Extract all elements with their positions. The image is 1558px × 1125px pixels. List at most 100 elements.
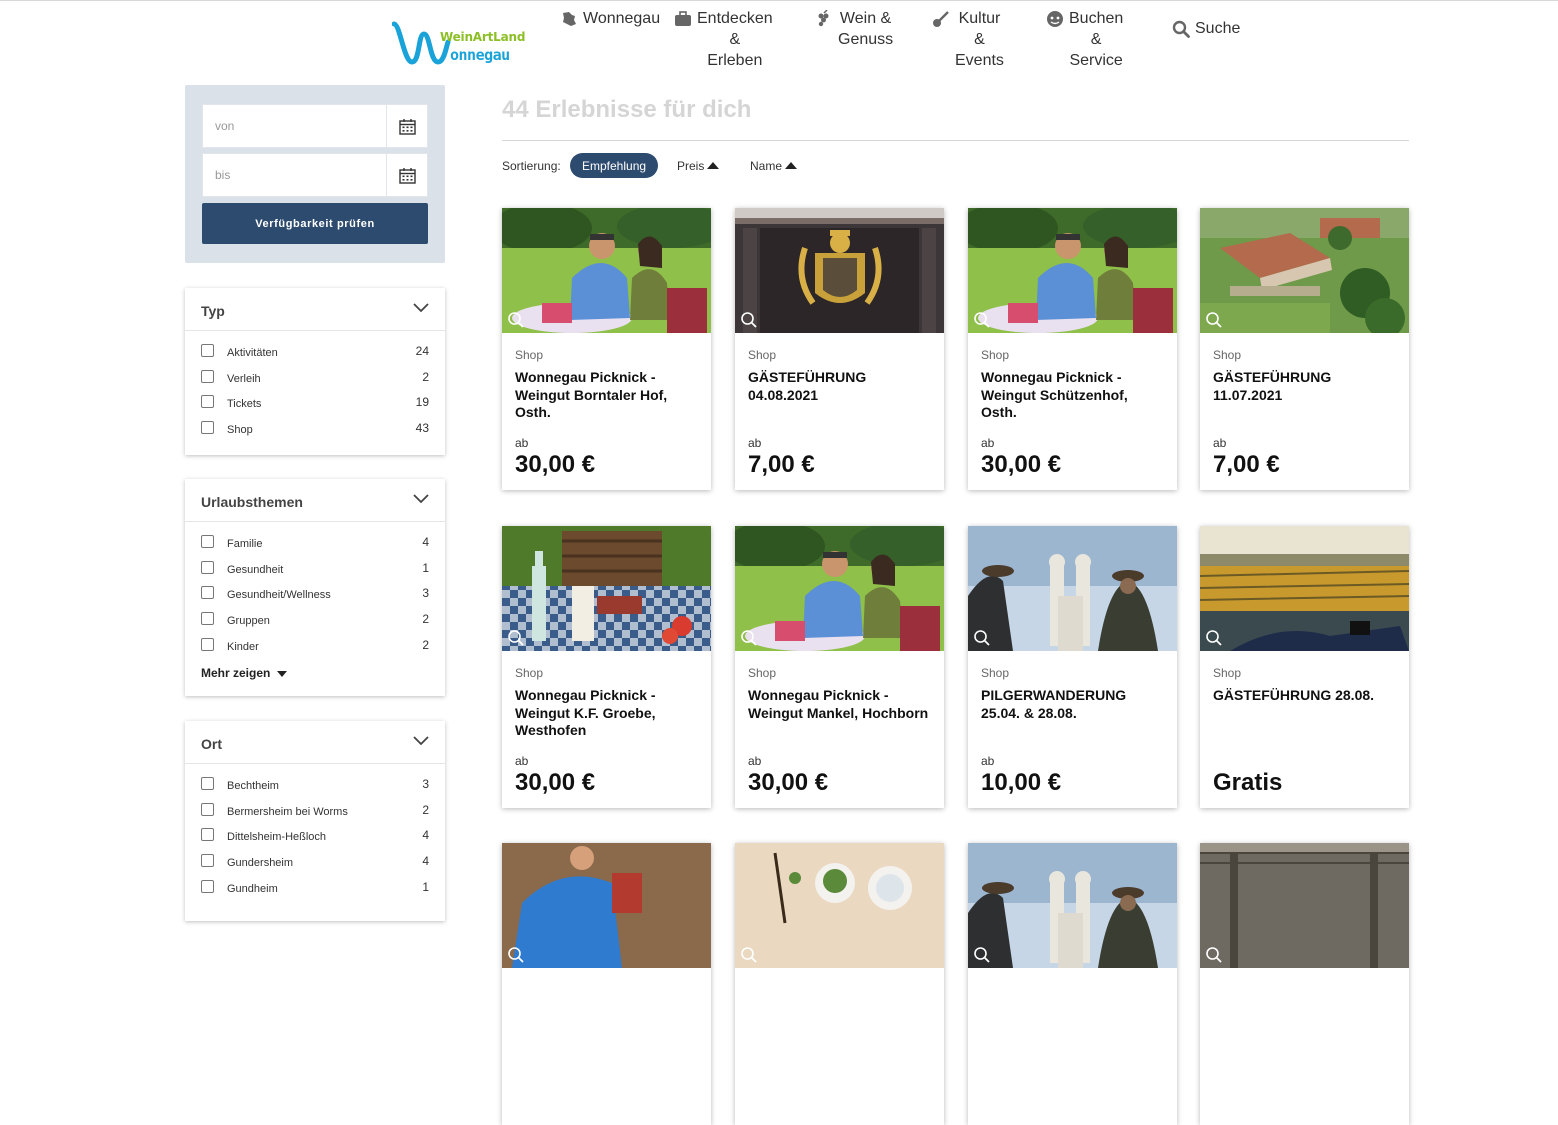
checkbox[interactable] <box>201 344 214 357</box>
caret-down-icon <box>276 671 287 677</box>
sort-option-label: Preis <box>677 158 705 173</box>
experience-card[interactable]: Shop GÄSTEFÜHRUNG 04.08.2021 ab 7,00 € <box>735 208 944 490</box>
experience-card[interactable] <box>1200 843 1409 1125</box>
check-availability-button[interactable]: Verfügbarkeit prüfen <box>202 203 428 244</box>
experience-card[interactable]: Shop Wonnegau Picknick - Weingut K.F. Gro… <box>502 526 711 808</box>
sort-label: Sortierung: <box>502 159 561 173</box>
filter-header[interactable]: Urlaubsthemen <box>185 479 445 522</box>
zoom-icon[interactable] <box>740 311 758 329</box>
checkbox[interactable] <box>201 421 214 435</box>
card-image[interactable] <box>735 208 944 333</box>
card-image[interactable] <box>968 843 1177 968</box>
nav-item-buchen[interactable]: Buchen & Service <box>1046 8 1123 71</box>
checkbox[interactable] <box>201 560 214 574</box>
top-divider <box>0 0 1558 1</box>
filter-option-label: Familie <box>227 538 263 550</box>
checkbox[interactable] <box>201 535 214 548</box>
date-to-field[interactable]: bis <box>202 153 428 197</box>
grapes-icon <box>818 10 829 27</box>
zoom-icon[interactable] <box>973 629 991 647</box>
experience-card[interactable] <box>968 843 1177 1125</box>
filter-header[interactable]: Ort <box>185 721 445 764</box>
card-image[interactable] <box>968 526 1177 651</box>
zoom-icon[interactable] <box>507 629 525 647</box>
filter-option[interactable]: Shop 43 <box>185 416 445 442</box>
card-image[interactable] <box>1200 526 1409 651</box>
experience-card[interactable]: Shop Wonnegau Picknick - Weingut Mankel, … <box>735 526 944 808</box>
sort-ascending-icon <box>785 162 798 169</box>
card-image[interactable] <box>1200 208 1409 333</box>
filter-option[interactable]: Dittelsheim-Heßloch 4 <box>185 823 445 849</box>
filter-option-label: Dittelsheim-Heßloch <box>227 831 327 844</box>
zoom-icon[interactable] <box>1205 629 1223 647</box>
filter-option[interactable]: Bermersheim bei Worms 2 <box>185 798 445 824</box>
experience-card[interactable]: Shop GÄSTEFÜHRUNG 28.08. Gratis <box>1200 526 1409 808</box>
chevron-down-icon <box>413 736 429 746</box>
zoom-icon[interactable] <box>1205 311 1223 329</box>
checkbox[interactable] <box>201 879 214 893</box>
card-image[interactable] <box>735 843 944 968</box>
card-image[interactable] <box>502 843 711 968</box>
calendar-icon[interactable] <box>386 154 427 196</box>
filter-option[interactable]: Gruppen 2 <box>185 607 445 633</box>
nav-item-suche[interactable]: Suche <box>1172 18 1240 39</box>
checkbox[interactable] <box>201 612 214 626</box>
calendar-icon[interactable] <box>386 105 427 147</box>
site-logo[interactable]: WeinArtLand onnegau <box>392 18 525 68</box>
zoom-icon[interactable] <box>1205 946 1223 964</box>
date-from-field[interactable]: von <box>202 104 428 148</box>
checkbox[interactable] <box>201 637 214 651</box>
filter-option[interactable]: Verleih 2 <box>185 365 445 391</box>
filter-option[interactable]: Gesundheit 1 <box>185 556 445 582</box>
filter-option-label: Bermersheim bei Worms <box>227 805 348 818</box>
sort-empfehlung-button[interactable]: Empfehlung <box>570 153 659 178</box>
card-image[interactable] <box>968 208 1177 333</box>
filter-option[interactable]: Bechtheim 3 <box>185 772 445 798</box>
nav-item-wein[interactable]: Wein & Genuss <box>815 8 893 50</box>
show-more-link[interactable]: Mehr zeigen <box>201 666 287 680</box>
experience-card[interactable] <box>502 843 711 1125</box>
card-image[interactable] <box>502 208 711 333</box>
checkbox[interactable] <box>201 586 214 600</box>
nav-item-kultur[interactable]: Kultur & Events <box>932 8 1004 71</box>
card-price: 30,00 € <box>515 451 596 478</box>
zoom-icon[interactable] <box>507 311 525 329</box>
checkbox[interactable] <box>201 828 214 842</box>
experience-card[interactable]: Shop Wonnegau Picknick - Weingut Borntale… <box>502 208 711 490</box>
checkbox[interactable] <box>201 854 214 868</box>
filter-option[interactable]: Familie 4 <box>185 530 445 556</box>
nav-item-wonnegau[interactable]: Wonnegau <box>560 8 660 29</box>
filter-option[interactable]: Gesundheit/Wellness 3 <box>185 581 445 607</box>
nav-item-entdecken[interactable]: Entdecken & Erleben <box>674 8 773 71</box>
sort-preis-button[interactable]: Preis <box>665 153 731 178</box>
zoom-icon[interactable] <box>740 629 758 647</box>
card-price: 7,00 € <box>1213 451 1280 478</box>
zoom-icon[interactable] <box>973 946 991 964</box>
card-price-prefix: ab <box>1213 436 1227 450</box>
checkbox[interactable] <box>201 777 214 790</box>
zoom-icon[interactable] <box>507 946 525 964</box>
checkbox[interactable] <box>201 369 214 383</box>
experience-card[interactable]: Shop PILGERWANDERUNG 25.04. & 28.08. ab 10,… <box>968 526 1177 808</box>
filter-option-count: 19 <box>415 395 429 410</box>
filter-option[interactable]: Kinder 2 <box>185 633 445 659</box>
nav-label: Wonnegau <box>583 10 661 27</box>
filter-header[interactable]: Typ <box>185 288 445 331</box>
filter-option[interactable]: Aktivitäten 24 <box>185 339 445 365</box>
checkbox[interactable] <box>201 802 214 816</box>
card-image[interactable] <box>1200 843 1409 968</box>
card-image[interactable] <box>735 526 944 651</box>
filter-option[interactable]: Gundersheim 4 <box>185 849 445 875</box>
zoom-icon[interactable] <box>740 946 758 964</box>
experience-card[interactable] <box>735 843 944 1125</box>
sort-name-button[interactable]: Name <box>738 153 809 178</box>
filter-option[interactable]: Tickets 19 <box>185 390 445 416</box>
card-price-prefix: ab <box>748 436 762 450</box>
experience-card[interactable]: Shop Wonnegau Picknick - Weingut Schützen… <box>968 208 1177 490</box>
card-image[interactable] <box>502 526 711 651</box>
experience-card[interactable]: Shop GÄSTEFÜHRUNG 11.07.2021 ab 7,00 € <box>1200 208 1409 490</box>
filter-option[interactable]: Gundheim 1 <box>185 875 445 901</box>
checkbox[interactable] <box>201 395 214 409</box>
zoom-icon[interactable] <box>973 311 991 329</box>
card-title: Wonnegau Picknick - Weingut Mankel, Hoch… <box>748 687 929 721</box>
